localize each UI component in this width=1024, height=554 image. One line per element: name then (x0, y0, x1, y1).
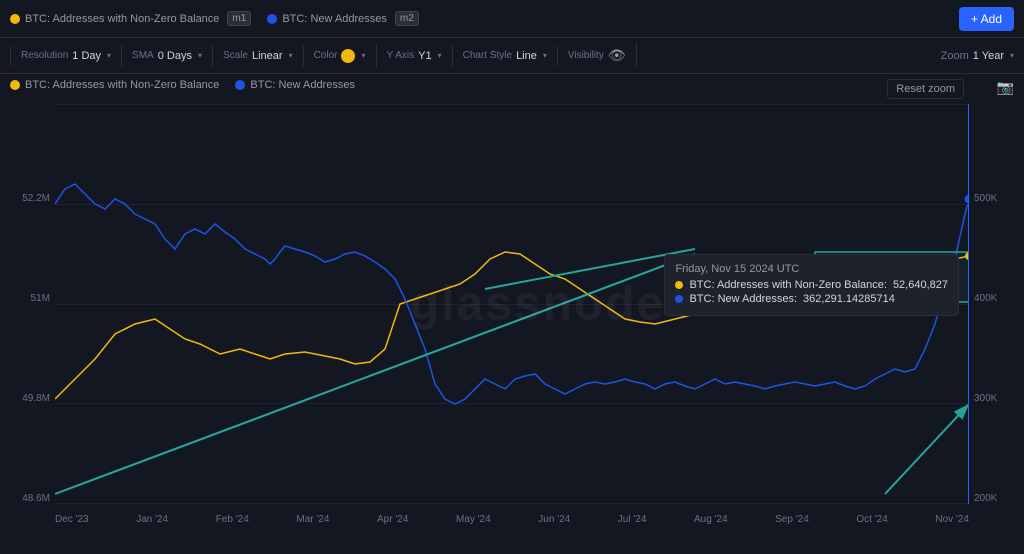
legend-label-2: BTC: New Addresses (282, 13, 387, 25)
resolution-value: 1 Day (72, 50, 101, 62)
y-axis-label: Y Axis (387, 50, 415, 61)
tooltip-dot-1 (675, 281, 683, 289)
y-axis-chevron: ▾ (438, 51, 442, 60)
y-left-2: 51M (5, 293, 50, 304)
color-selector[interactable]: Color ▾ (304, 45, 377, 67)
scale-selector[interactable]: Scale Linear ▾ (213, 46, 304, 66)
tooltip-dot-2 (675, 295, 683, 303)
legend-item-2[interactable]: BTC: New Addresses m2 (267, 11, 418, 26)
tooltip-row-1: BTC: Addresses with Non-Zero Balance: 52… (675, 279, 948, 291)
green-trendline-bottom (885, 404, 969, 494)
sma-label: SMA (132, 50, 154, 61)
sma-value: 0 Days (158, 50, 192, 62)
y-right-2: 400K (974, 293, 1019, 304)
chart-style-chevron: ▾ (543, 51, 547, 60)
tooltip-row-2: BTC: New Addresses: 362,291.14285714 (675, 293, 948, 305)
legend-dot-1 (10, 14, 20, 24)
resolution-label: Resolution (21, 50, 68, 61)
toolbar-left: Resolution 1 Day ▾ SMA 0 Days ▾ Scale Li… (10, 43, 637, 68)
reset-zoom-button[interactable]: Reset zoom (887, 79, 964, 99)
y-right-3: 300K (974, 393, 1019, 404)
chart-style-selector[interactable]: Chart Style Line ▾ (453, 46, 558, 66)
visibility-toggle[interactable]: Visibility 👁 (558, 43, 637, 68)
y-axis-right: 500K 400K 300K 200K (969, 104, 1024, 504)
chart-legend-dot-2 (235, 80, 245, 90)
green-trendline-lower (55, 254, 695, 494)
y-right-1: 500K (974, 193, 1019, 204)
chart-legend-label-1: BTC: Addresses with Non-Zero Balance (25, 79, 219, 91)
color-dot (341, 49, 355, 63)
y-left-1: 52.2M (5, 193, 50, 204)
chart-legend-item-1: BTC: Addresses with Non-Zero Balance (10, 79, 219, 91)
top-bar: BTC: Addresses with Non-Zero Balance m1 … (0, 0, 1024, 38)
zoom-section[interactable]: Zoom 1 Year ▾ (941, 50, 1014, 62)
sma-chevron: ▾ (198, 51, 202, 60)
zoom-chevron: ▾ (1010, 51, 1014, 60)
x-label-jan24: Jan '24 (136, 514, 168, 525)
sma-selector[interactable]: SMA 0 Days ▾ (122, 46, 213, 66)
legend-label-1: BTC: Addresses with Non-Zero Balance (25, 13, 219, 25)
x-label-oct24: Oct '24 (856, 514, 887, 525)
color-label: Color (314, 50, 338, 61)
camera-icon[interactable]: 📷 (997, 79, 1014, 96)
x-label-jul24: Jul '24 (618, 514, 647, 525)
legend-badge-2: m2 (395, 11, 419, 26)
x-label-nov24: Nov '24 (935, 514, 969, 525)
zoom-label: Zoom (941, 50, 969, 62)
eye-icon: 👁 (608, 47, 626, 64)
x-label-aug24: Aug '24 (694, 514, 728, 525)
x-label-feb24: Feb '24 (216, 514, 249, 525)
zoom-value: 1 Year (973, 50, 1004, 62)
chart-style-label: Chart Style (463, 50, 512, 61)
chart-legend: BTC: Addresses with Non-Zero Balance BTC… (10, 79, 355, 91)
y-left-bottom: 48.6M (5, 493, 50, 504)
chart-area: glassnode Reset zoom 📷 BTC: Addresses wi… (0, 74, 1024, 534)
scale-value: Linear (252, 50, 283, 62)
chart-style-value: Line (516, 50, 537, 62)
add-button[interactable]: + Add (959, 7, 1014, 31)
y-axis-selector[interactable]: Y Axis Y1 ▾ (377, 46, 453, 66)
tooltip-metric1-value: 52,640,827 (893, 279, 948, 291)
y-right-bottom: 200K (974, 493, 1019, 504)
x-label-may24: May '24 (456, 514, 491, 525)
resolution-chevron: ▾ (107, 51, 111, 60)
chart-legend-item-2: BTC: New Addresses (235, 79, 355, 91)
legend-badge-1: m1 (227, 11, 251, 26)
legend-items: BTC: Addresses with Non-Zero Balance m1 … (10, 11, 419, 26)
y-axis-left: 52.2M 51M 49.8M 48.6M (0, 104, 55, 504)
tooltip-metric2-label: BTC: New Addresses: (689, 293, 797, 305)
tooltip-metric1-label: BTC: Addresses with Non-Zero Balance: (689, 279, 886, 291)
tooltip-metric2-value: 362,291.14285714 (803, 293, 895, 305)
toolbar: Resolution 1 Day ▾ SMA 0 Days ▾ Scale Li… (0, 38, 1024, 74)
x-label-mar24: Mar '24 (296, 514, 329, 525)
scale-label: Scale (223, 50, 248, 61)
scale-chevron: ▾ (289, 51, 293, 60)
chart-legend-label-2: BTC: New Addresses (250, 79, 355, 91)
tooltip-date: Friday, Nov 15 2024 UTC (675, 263, 948, 275)
legend-item-1[interactable]: BTC: Addresses with Non-Zero Balance m1 (10, 11, 251, 26)
x-label-sep24: Sep '24 (775, 514, 809, 525)
tooltip: Friday, Nov 15 2024 UTC BTC: Addresses w… (664, 254, 959, 316)
legend-dot-2 (267, 14, 277, 24)
visibility-label: Visibility (568, 50, 604, 61)
chart-legend-dot-1 (10, 80, 20, 90)
x-axis: Dec '23 Jan '24 Feb '24 Mar '24 Apr '24 … (55, 504, 969, 534)
color-chevron: ▾ (361, 51, 365, 60)
x-label-dec23: Dec '23 (55, 514, 89, 525)
resolution-selector[interactable]: Resolution 1 Day ▾ (10, 46, 122, 66)
x-label-jun24: Jun '24 (538, 514, 570, 525)
y-axis-value: Y1 (418, 50, 431, 62)
y-left-3: 49.8M (5, 393, 50, 404)
x-label-apr24: Apr '24 (377, 514, 408, 525)
